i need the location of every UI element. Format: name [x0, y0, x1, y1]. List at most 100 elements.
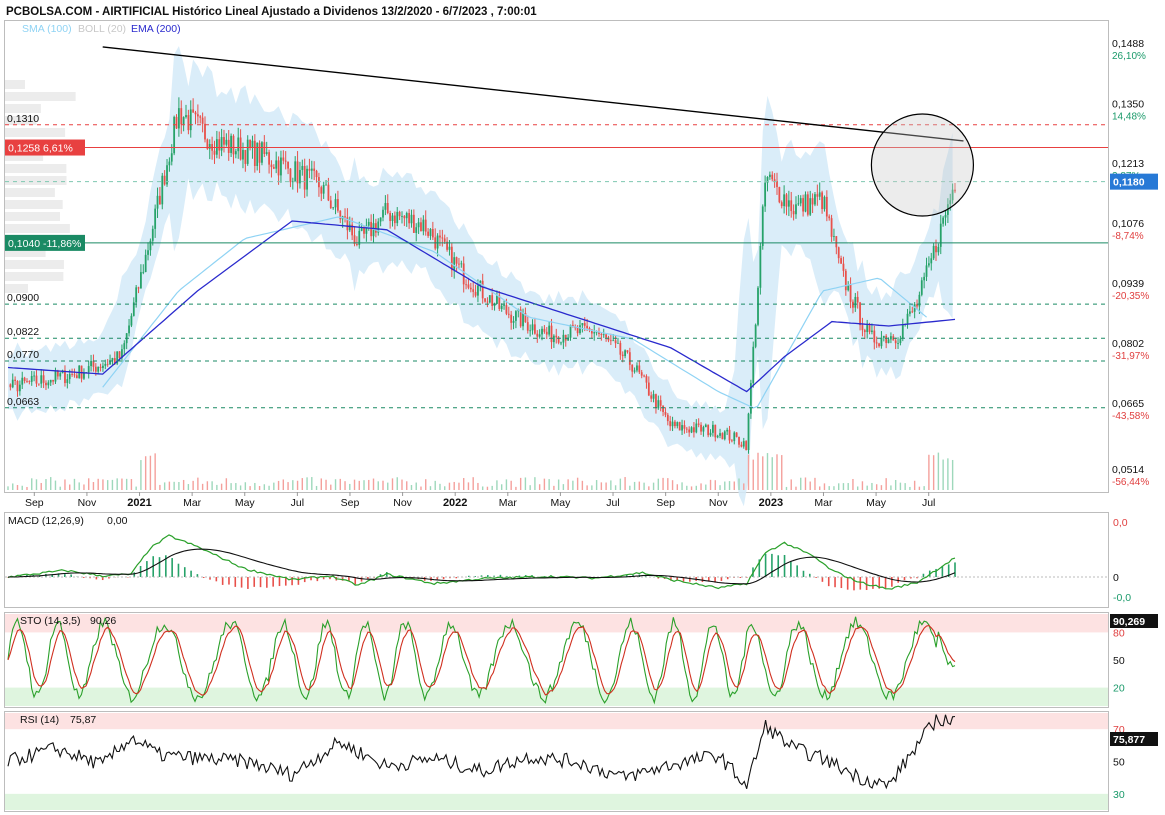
macd-histogram-bar [859, 577, 862, 590]
candle-body [693, 427, 695, 433]
sto-axis-label: 50 [1113, 655, 1125, 667]
candle-body [828, 216, 831, 219]
candle-body [778, 187, 781, 203]
price-axis-label: 0,1213 [1112, 158, 1144, 170]
x-tick-label: 2023 [759, 497, 783, 509]
candle-body [792, 211, 795, 215]
volume-bar [334, 479, 337, 490]
candle-body [49, 379, 52, 383]
candle-body [215, 139, 218, 155]
candle-body [329, 200, 332, 209]
candle-body [374, 223, 377, 233]
candle-body [332, 207, 335, 209]
candle-body [320, 187, 323, 194]
candle-body [666, 414, 669, 422]
volume-bar [781, 455, 783, 490]
macd-histogram-bar [802, 570, 805, 577]
candle-body [218, 139, 221, 151]
x-tick-label: 2022 [443, 497, 467, 509]
volume-bar [192, 480, 194, 490]
candle-body [448, 246, 451, 250]
candle-body [626, 350, 629, 353]
candle-body [690, 427, 693, 433]
candle-body [140, 272, 142, 289]
candle-body [389, 213, 392, 221]
macd-histogram-bar [815, 577, 817, 578]
candle-body [282, 157, 285, 161]
volume-bar [296, 480, 299, 490]
candle-body [712, 424, 714, 433]
candle-body [462, 263, 465, 285]
candle-body [664, 411, 667, 415]
volume-bar [387, 482, 389, 490]
volume-bar [947, 458, 949, 490]
x-tick-label: May [550, 497, 571, 509]
candle-body [415, 227, 418, 233]
candle-body [657, 400, 660, 409]
volume-bar [652, 482, 655, 490]
candle-body [14, 379, 17, 382]
volume-bar [814, 477, 816, 490]
volume-bar [714, 480, 716, 490]
candle-body [412, 214, 415, 233]
volume-bar [477, 482, 479, 490]
candle-body [868, 325, 871, 332]
volume-bar [239, 485, 242, 490]
macd-histogram-bar [777, 555, 780, 577]
volume-bar [16, 484, 19, 490]
macd-axis-label: 0 [1113, 572, 1119, 584]
candle-body [429, 229, 432, 236]
volume-bar [220, 483, 223, 490]
volume-profile-bar [5, 80, 26, 89]
volume-bar [572, 480, 574, 490]
volume-bar [586, 485, 588, 490]
volume-bar [747, 454, 750, 490]
candle-body [360, 228, 363, 231]
volume-bar [496, 480, 498, 490]
candle-body [182, 117, 185, 125]
candle-body [640, 372, 643, 376]
candle-body [745, 441, 748, 450]
candle-body [918, 294, 921, 307]
candle-body [431, 229, 434, 238]
volume-bar [244, 482, 247, 490]
candle-body [382, 209, 384, 218]
candle-body [263, 142, 266, 154]
candle-body [619, 342, 622, 355]
candle-body [785, 194, 788, 207]
candle-body [552, 335, 555, 343]
candle-body [894, 340, 897, 344]
candle-body [787, 200, 790, 207]
x-tick-label: May [866, 497, 887, 509]
volume-bar [396, 477, 398, 490]
volume-bar [899, 482, 902, 490]
candle-body [246, 139, 249, 164]
volume-bar [45, 479, 47, 490]
candle-body [806, 194, 809, 215]
volume-bar [254, 482, 256, 490]
candle-body [704, 424, 707, 428]
volume-bar [591, 485, 593, 490]
candle-body [18, 384, 21, 392]
volume-bar [54, 480, 57, 490]
candle-body [564, 334, 567, 341]
volume-bar [339, 478, 341, 490]
volume-bar [78, 482, 80, 490]
candle-body [97, 366, 100, 372]
volume-bar [258, 486, 261, 490]
macd-histogram-bar [259, 577, 262, 588]
candle-body [612, 340, 615, 342]
candle-body [719, 433, 721, 436]
volume-bar [861, 481, 864, 490]
macd-histogram-bar [278, 577, 281, 587]
candle-body [422, 219, 425, 232]
candle-body [871, 330, 873, 332]
macd-histogram-bar [228, 577, 230, 585]
price-axis-label: 0,1488 [1112, 38, 1144, 50]
volume-bar [548, 479, 550, 490]
volume-bar [320, 478, 322, 490]
candle-body [123, 343, 126, 350]
current-price-label: 0,1180 [1113, 177, 1145, 189]
rsi-value: 75,87 [70, 714, 96, 726]
candle-body [707, 424, 710, 436]
